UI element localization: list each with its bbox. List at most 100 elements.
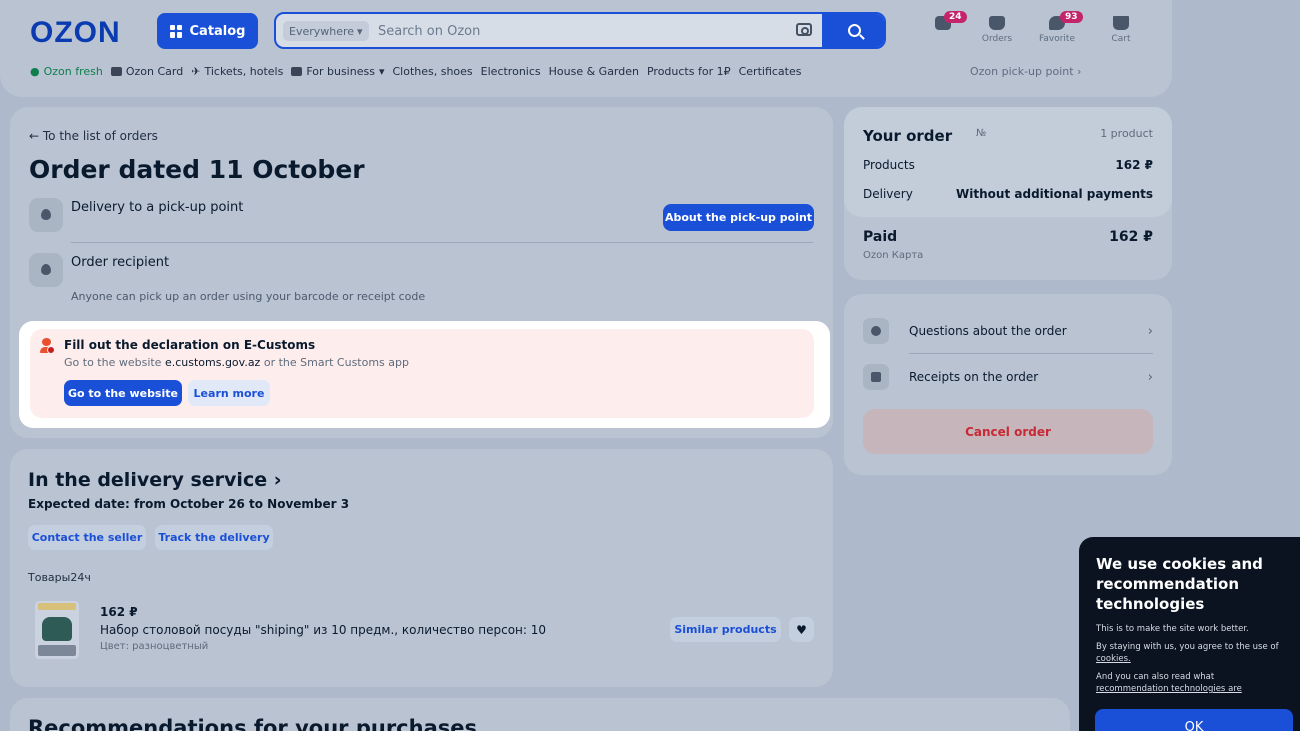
search-bar: Everywhere ▾ [274,12,886,49]
search-scope-dropdown[interactable]: Everywhere ▾ [283,21,369,41]
cookie-line2-text: By staying with us, you agree to the use… [1096,642,1279,652]
questions-row[interactable]: Questions about the order › [863,314,1153,348]
nav-ozon-card[interactable]: Ozon Card [110,65,184,78]
delivery-card: In the delivery service › Expected date:… [10,449,833,687]
product-thumbnail[interactable] [35,601,79,659]
nav-business[interactable]: For business ▾ [291,65,384,78]
seller-name[interactable]: Товары24ч [28,571,91,584]
page-title: Order dated 11 October [29,155,365,184]
nav-label: Ozon fresh [43,65,103,78]
order-number: № [976,128,987,139]
questions-label: Questions about the order [909,324,1067,338]
search-input[interactable] [378,20,778,42]
customs-desc-pre: Go to the website [64,356,162,369]
nav-tickets[interactable]: ✈ Tickets, hotels [191,65,283,78]
nav-ozon-fresh[interactable]: ● Ozon fresh [30,65,103,78]
nav-certificates[interactable]: Certificates [739,65,802,78]
customs-desc-post: or the Smart Customs app [263,356,409,369]
favorite-button[interactable]: ♥ [789,617,814,642]
site-header: OZON Catalog Everywhere ▾ 24 Orders 93 F… [0,0,1172,97]
header-cart[interactable]: Cart [1094,16,1148,44]
nav-clothes[interactable]: Clothes, shoes [392,65,472,78]
cookie-ok-button[interactable]: OK [1095,709,1293,731]
plane-icon: ✈ [191,65,201,78]
similar-products-button[interactable]: Similar products [670,617,781,642]
divider [909,353,1153,354]
paid-label: Paid [863,229,898,245]
header-orders[interactable]: Orders [970,16,1024,44]
cookie-line3: And you can also read what recommendatio… [1096,671,1300,695]
chevron-right-icon: › [1147,323,1153,339]
payment-method: Ozon Карта [863,250,924,261]
go-to-website-button[interactable]: Go to the website [64,380,182,406]
cookie-banner: We use cookies and recommendation techno… [1079,537,1300,731]
recommendations-title: Recommendations for your purchases [28,716,477,731]
nav-house-garden[interactable]: House & Garden [549,65,639,78]
category-nav: ● Ozon fresh Ozon Card ✈ Tickets, hotels F… [30,65,801,78]
summary-header: Your order 1 product [863,127,1153,145]
expected-date: Expected date: from October 26 to Novemb… [28,497,350,511]
orders-label: Orders [981,34,1013,44]
grid-icon [169,24,183,38]
order-help: Questions about the order › Receipts on … [844,294,1172,475]
nav-electronics[interactable]: Electronics [481,65,541,78]
header-messages[interactable]: 24 [916,11,970,34]
question-icon [863,318,889,344]
catalog-button[interactable]: Catalog [157,13,258,49]
product-name[interactable]: Набор столовой посуды "shiping" из 10 пр… [100,623,546,637]
paid-value: 162 ₽ [1109,229,1153,245]
summary-title: Your order [863,127,953,145]
heart-icon: ♥ [796,622,807,637]
favorites-badge: 93 [1060,11,1083,23]
about-pickup-button[interactable]: About the pick-up point [663,204,814,231]
learn-more-button[interactable]: Learn more [188,380,270,406]
cart-icon [1113,16,1129,30]
camera-icon[interactable] [796,23,812,36]
products-row: Products 162 ₽ [863,158,1153,172]
header-favorites[interactable]: 93 Favorite [1030,11,1084,44]
order-summary: Your order 1 product № Products 162 ₽ De… [844,107,1172,280]
pickup-point-selector[interactable]: Ozon pick-up point › [970,65,1081,78]
customs-description: Go to the website e.customs.gov.az or th… [64,356,409,369]
recipient-label[interactable]: Order recipient [71,255,169,270]
chevron-down-icon: ▾ [357,24,363,38]
chevron-down-icon: ▾ [378,65,385,78]
delivery-status-label: In the delivery service [28,469,268,491]
recommendation-tech-link[interactable]: recommendation technologies are [1096,684,1242,694]
track-delivery-button[interactable]: Track the delivery [155,525,273,550]
ozon-logo[interactable]: OZON [30,16,121,50]
nav-products-1[interactable]: Products for 1₽ [647,65,731,78]
back-link[interactable]: ← To the list of orders [29,129,158,143]
briefcase-icon [291,67,303,76]
cookie-line1: This is to make the site work better. [1096,624,1249,634]
customs-title: Fill out the declaration on E-Customs [64,338,316,352]
chevron-right-icon: › [1147,369,1153,385]
box-icon [989,16,1005,30]
contact-seller-button[interactable]: Contact the seller [28,525,146,550]
back-label: To the list of orders [42,129,158,143]
nav-label: For business [306,65,375,78]
search-button[interactable] [822,14,884,47]
pickup-label: Ozon pick-up point [970,65,1074,78]
delivery-type-label: Delivery to a pick-up point [71,200,244,215]
products-value: 162 ₽ [1115,158,1153,172]
delivery-status-title[interactable]: In the delivery service › [28,469,282,491]
cancel-order-button[interactable]: Cancel order [863,409,1153,454]
cookies-link[interactable]: cookies. [1096,654,1131,664]
customs-site: e.customs.gov.az [164,356,261,369]
receipts-row[interactable]: Receipts on the order › [863,360,1153,394]
product-count: 1 product [1100,127,1153,140]
products-label: Products [863,158,915,172]
card-icon [110,67,122,76]
search-icon [847,24,861,37]
receipt-icon [863,364,889,390]
delivery-label: Delivery [863,187,913,201]
recipient-hint: Anyone can pick up an order using your b… [71,290,426,303]
messages-badge: 24 [944,11,967,23]
nav-label: Ozon Card [125,65,184,78]
recommendations-section: Recommendations for your purchases [10,698,1070,731]
person-icon [29,253,63,287]
search-scope-label: Everywhere [289,24,355,38]
leaf-icon: ● [30,65,40,78]
product-color: Цвет: разноцветный [100,641,209,652]
